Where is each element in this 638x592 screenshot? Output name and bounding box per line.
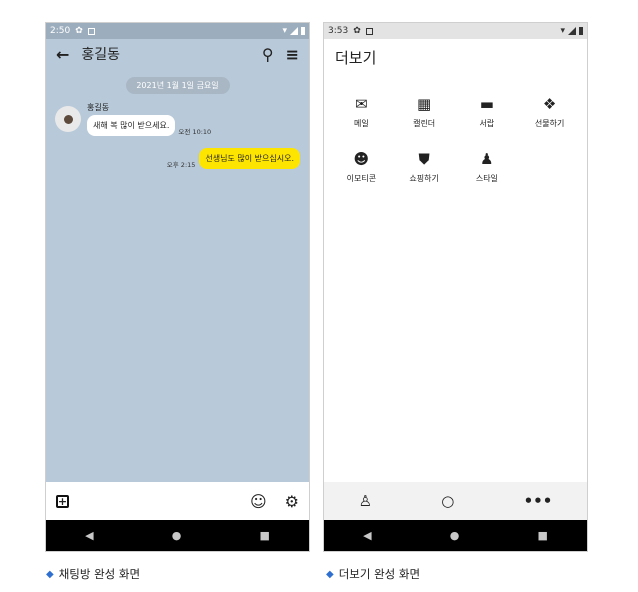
search-icon[interactable]: ⚲ [262, 45, 274, 64]
page-title: 더보기 [335, 49, 377, 67]
mail-icon: ✉ [355, 95, 368, 113]
status-bar: 2:50 ✿ ▾ [46, 23, 309, 39]
system-nav-bar: ◀ ● ■ [324, 520, 587, 551]
date-divider: 2021년 1월 1일 금요일 [125, 77, 230, 94]
wifi-icon: ▾ [282, 26, 287, 36]
menu-item-label: 쇼핑하기 [409, 174, 439, 183]
status-bar: 3:53 ✿ ▾ [324, 23, 587, 39]
menu-grid: ✉ 메일 ▦ 캘린더 ▬ 서랍 ❖ 선물하기 ☻ 이모티콘 ⛊ 쇼핑하기 ♟ 스… [324, 76, 587, 184]
emoji-icon[interactable]: ☺ [250, 492, 267, 511]
signal-icon [290, 27, 298, 35]
menu-item-label: 선물하기 [534, 119, 565, 128]
caption-left: ◆ 채팅방 완성 화면 [46, 566, 140, 582]
status-time: 2:50 [50, 26, 71, 36]
received-time: 오전 10:10 [178, 128, 212, 136]
nav-recent-button[interactable]: ■ [260, 529, 270, 542]
caption-text: 채팅방 완성 화면 [58, 567, 141, 581]
bottom-tab-bar: ♙ ○ ••• [324, 482, 587, 520]
signal-icon [568, 27, 576, 35]
received-bubble[interactable]: 새해 복 많이 받으세요. [87, 115, 176, 136]
gift-icon: ❖ [542, 95, 557, 113]
settings-gear-icon[interactable]: ⚙ [285, 492, 299, 511]
nav-back-button[interactable]: ◀ [85, 529, 93, 542]
person-icon [63, 114, 73, 124]
sent-time: 오후 2:15 [166, 161, 196, 169]
menu-item-label: 스타일 [475, 174, 498, 183]
menu-item-label: 서랍 [479, 119, 495, 128]
nav-recent-button[interactable]: ■ [538, 529, 548, 542]
add-attachment-icon[interactable]: + [56, 494, 69, 508]
more-tab-icon[interactable]: ••• [524, 492, 553, 510]
battery-icon [579, 27, 583, 35]
chats-tab-icon[interactable]: ○ [441, 492, 454, 510]
menu-item-label: 메일 [354, 119, 369, 128]
diamond-bullet-icon: ◆ [46, 568, 54, 580]
notification-icon [365, 27, 373, 35]
chat-input-bar: + ☺ ⚙ [46, 482, 309, 520]
menu-item-emoticon[interactable]: ☻ 이모티콘 [330, 151, 393, 184]
received-message: 홍길동 새해 복 많이 받으세요. 오전 10:10 [55, 102, 309, 136]
menu-item-label: 캘린더 [413, 119, 436, 128]
avatar[interactable] [55, 106, 81, 132]
calendar-icon: ▦ [417, 95, 432, 113]
caption-right: ◆ 더보기 완성 화면 [326, 566, 420, 582]
menu-item-style[interactable]: ♟ 스타일 [456, 151, 519, 184]
sender-name: 홍길동 [87, 103, 110, 112]
menu-item-gift[interactable]: ❖ 선물하기 [518, 96, 581, 129]
menu-icon[interactable]: ≡ [286, 45, 299, 64]
menu-item-drawer[interactable]: ▬ 서랍 [456, 96, 519, 129]
status-time: 3:53 [328, 26, 349, 36]
friends-tab-icon[interactable]: ♙ [359, 492, 372, 510]
sent-message: 오후 2:15 선생님도 많이 받으십시오. [46, 148, 300, 169]
menu-item-label: 이모티콘 [346, 174, 377, 183]
menu-item-mail[interactable]: ✉ 메일 [330, 96, 393, 129]
chat-screen: 2:50 ✿ ▾ ← 홍길동 ⚲ ≡ 2021년 1월 1일 금요일 홍길동 새… [45, 22, 310, 552]
smiley-icon: ☻ [353, 150, 370, 168]
back-arrow-icon[interactable]: ← [56, 45, 69, 64]
nav-back-button[interactable]: ◀ [363, 529, 371, 542]
tshirt-icon: ♟ [480, 150, 494, 168]
archive-icon: ▬ [479, 95, 494, 113]
gear-status-icon: ✿ [75, 26, 83, 36]
nav-home-button[interactable]: ● [450, 529, 460, 542]
more-screen: 3:53 ✿ ▾ 더보기 ✉ 메일 ▦ 캘린더 ▬ 서랍 ❖ 선물하기 ☻ 이모… [323, 22, 588, 552]
chat-toolbar: ← 홍길동 ⚲ ≡ [46, 39, 309, 69]
chat-title: 홍길동 [81, 47, 121, 63]
menu-item-calendar[interactable]: ▦ 캘린더 [393, 96, 456, 129]
battery-icon [301, 27, 305, 35]
menu-item-shopping[interactable]: ⛊ 쇼핑하기 [393, 151, 456, 184]
nav-home-button[interactable]: ● [172, 529, 182, 542]
shopping-bag-icon: ⛊ [418, 150, 430, 168]
diamond-bullet-icon: ◆ [326, 568, 334, 580]
notification-icon [87, 27, 95, 35]
gear-status-icon: ✿ [353, 26, 361, 36]
system-nav-bar: ◀ ● ■ [46, 520, 309, 551]
caption-text: 더보기 완성 화면 [338, 567, 421, 581]
sent-bubble[interactable]: 선생님도 많이 받으십시오. [199, 148, 300, 169]
wifi-icon: ▾ [560, 26, 565, 36]
